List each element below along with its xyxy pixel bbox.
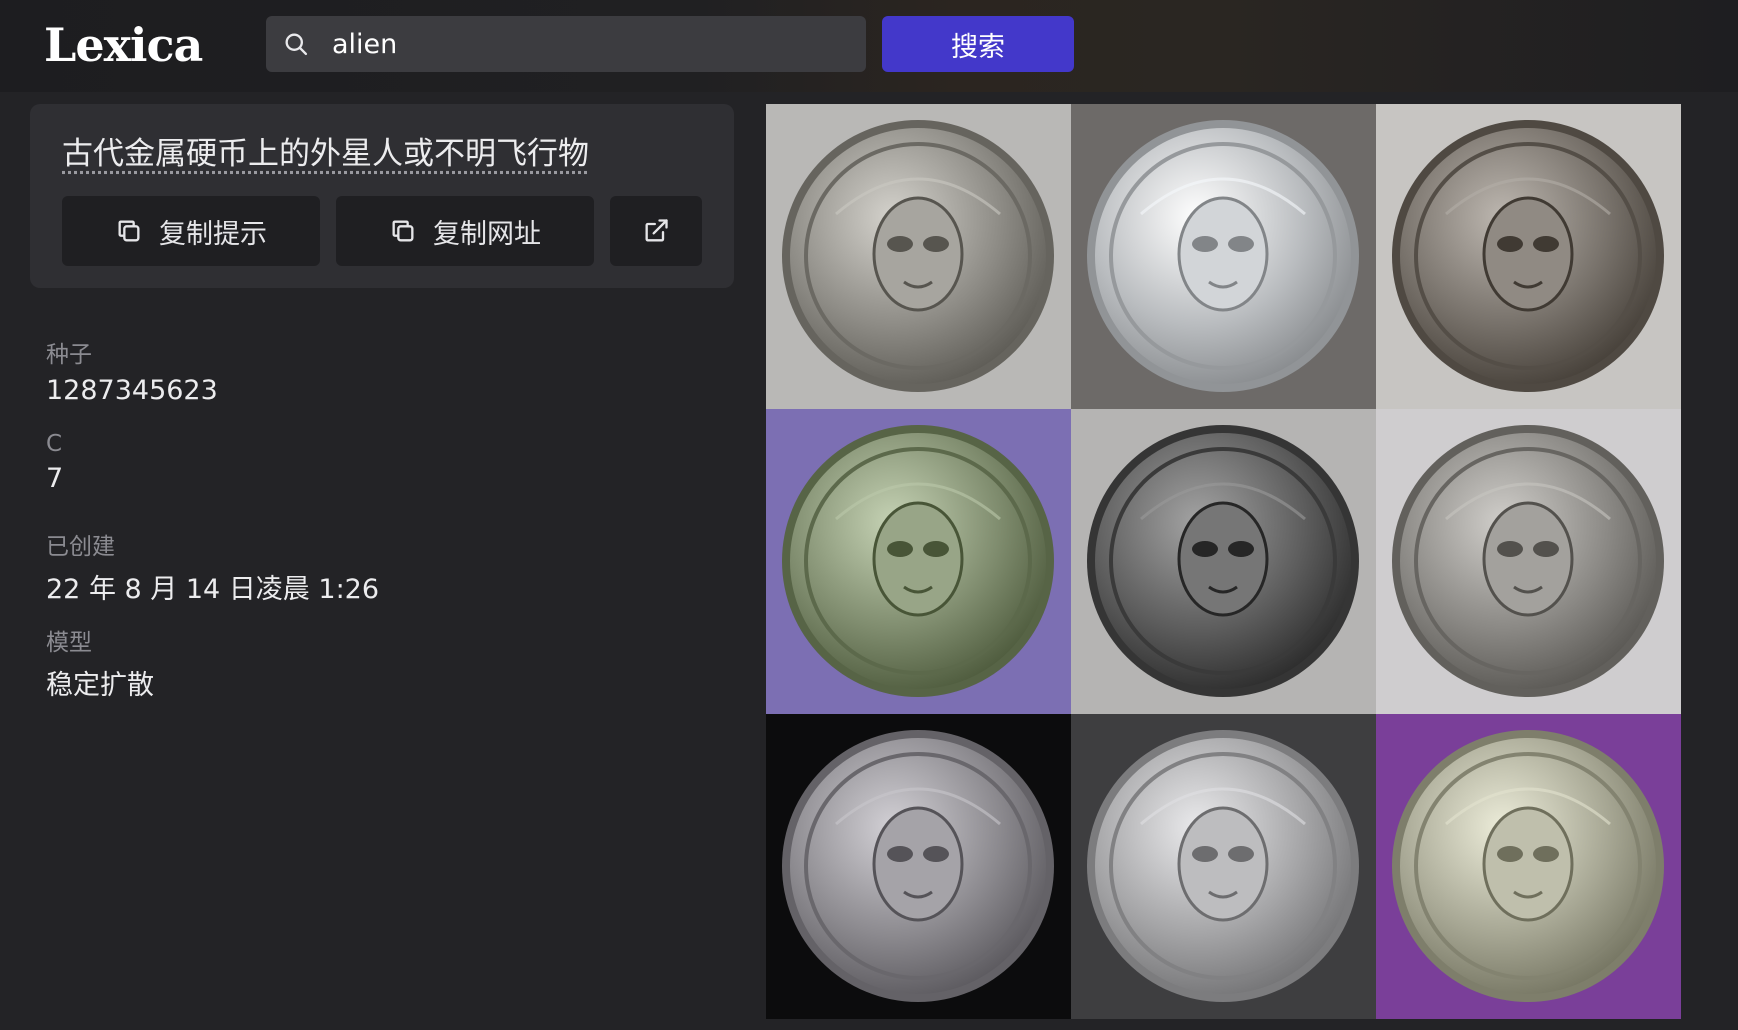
- result-image[interactable]: [1071, 714, 1376, 1019]
- search-box[interactable]: [266, 16, 866, 72]
- result-image[interactable]: [766, 104, 1071, 409]
- copy-prompt-label: 复制提示: [159, 218, 267, 250]
- coin-starfish-icon: [766, 714, 1071, 1019]
- coin-warriors-icon: [1071, 104, 1376, 409]
- copy-icon: [118, 220, 140, 242]
- coin-alien-skull-icon: [1376, 714, 1681, 1019]
- model-label: 模型: [46, 630, 92, 656]
- seed-label: 种子: [46, 342, 92, 368]
- coin-alien-face-icon: [1071, 714, 1376, 1019]
- created-section: 已创建 22 年 8 月 14 日凌晨 1:26: [46, 527, 379, 606]
- created-label: 已创建: [46, 534, 115, 560]
- result-image[interactable]: [1071, 409, 1376, 714]
- external-link-icon: [645, 219, 668, 242]
- coin-symbols-icon: [1376, 104, 1681, 409]
- prompt-text[interactable]: 古代金属硬币上的外星人或不明飞行物: [62, 128, 589, 173]
- search-button[interactable]: 搜索: [882, 16, 1074, 72]
- seed-value: 1287345623: [46, 375, 218, 406]
- coin-alien-helmet-icon: [766, 104, 1071, 409]
- search-input[interactable]: [330, 24, 850, 64]
- result-image[interactable]: [1376, 104, 1681, 409]
- search-icon: [285, 33, 308, 56]
- model-section: 模型 稳定扩散: [46, 623, 154, 702]
- result-image[interactable]: [1376, 409, 1681, 714]
- model-value: 稳定扩散: [46, 670, 154, 701]
- c-value: 7: [46, 463, 64, 494]
- created-value: 22 年 8 月 14 日凌晨 1:26: [46, 574, 380, 605]
- c-section: C 7: [46, 431, 63, 494]
- coin-alien-hat-icon: [766, 409, 1071, 714]
- lexica-logo[interactable]: Lexica: [44, 18, 203, 72]
- open-external-button[interactable]: [610, 196, 702, 266]
- c-label: C: [46, 431, 63, 457]
- result-image[interactable]: [1376, 714, 1681, 1019]
- coin-alien-mask-icon: [1071, 409, 1376, 714]
- result-image[interactable]: [766, 714, 1071, 1019]
- result-image[interactable]: [766, 409, 1071, 714]
- top-bar: Lexica 搜索: [0, 0, 1738, 92]
- copy-url-label: 复制网址: [433, 218, 541, 250]
- copy-prompt-button[interactable]: 复制提示: [62, 196, 320, 266]
- prompt-card: 古代金属硬币上的外星人或不明飞行物 复制提示 复制网址: [30, 104, 734, 288]
- copy-icon: [392, 220, 414, 242]
- copy-url-button[interactable]: 复制网址: [336, 196, 594, 266]
- seed-section: 种子 1287345623: [46, 335, 218, 406]
- result-image[interactable]: [1071, 104, 1376, 409]
- image-grid: [766, 104, 1682, 1020]
- coin-alien-figure-icon: [1376, 409, 1681, 714]
